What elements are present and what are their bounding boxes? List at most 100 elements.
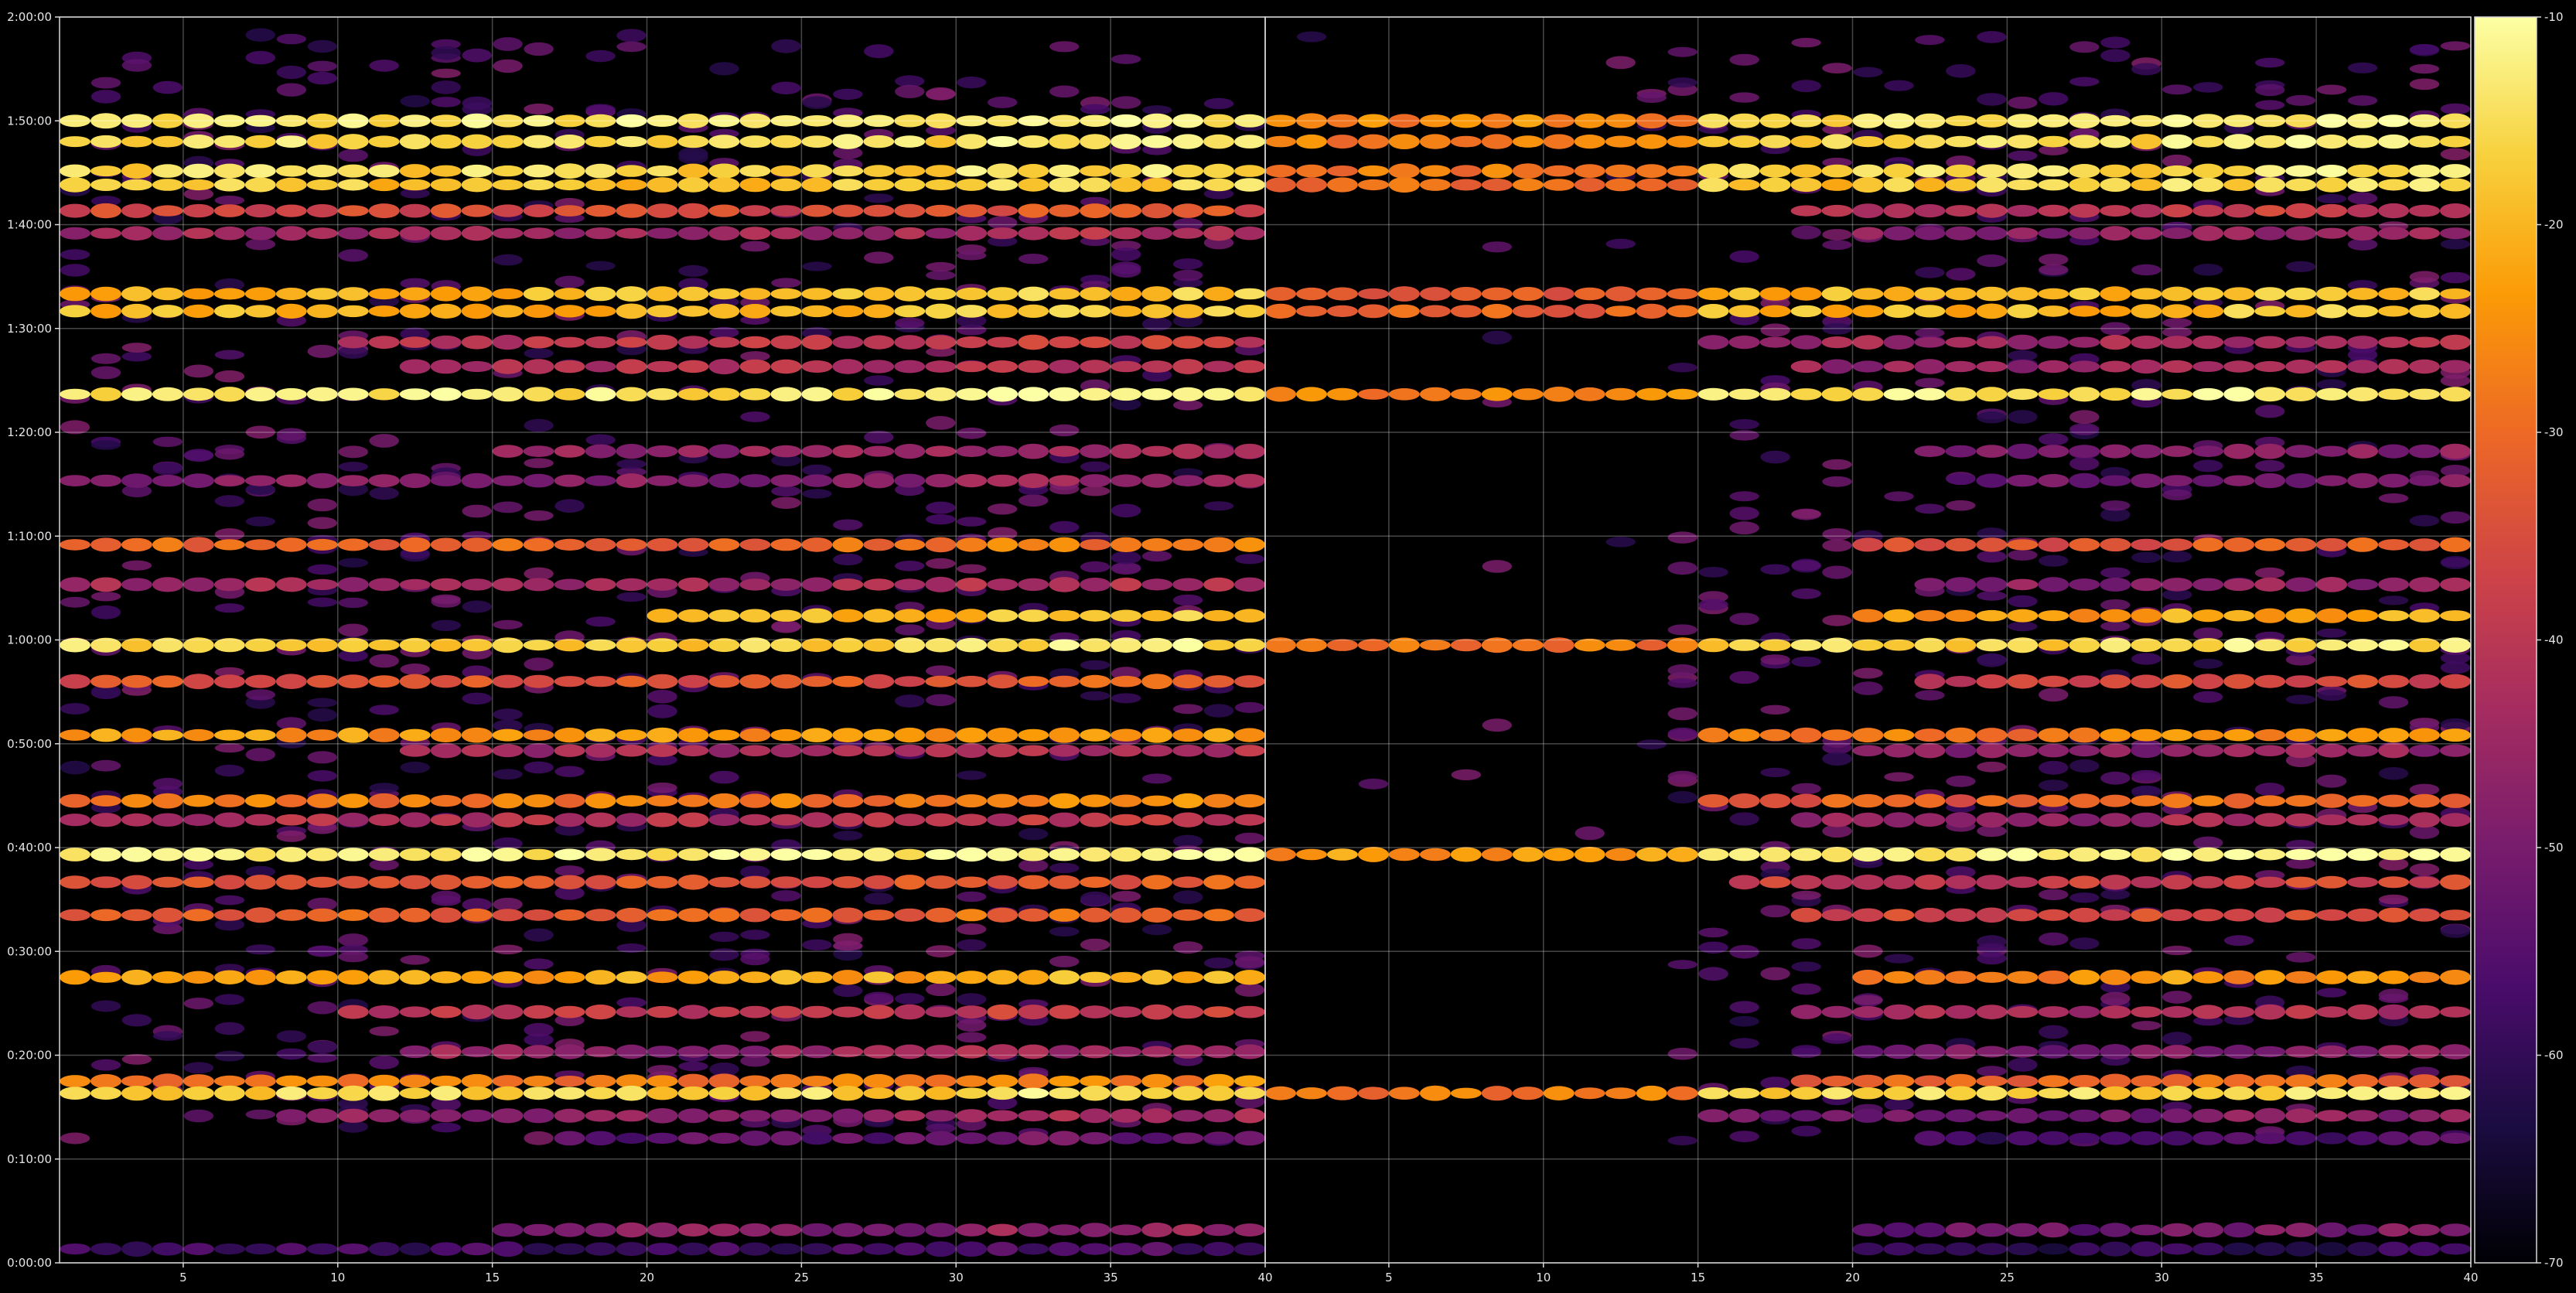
heat-mark: [1574, 164, 1605, 179]
heat-mark: [2069, 937, 2100, 950]
heat-mark: [647, 727, 678, 743]
heat-mark: [1080, 227, 1111, 240]
heat-mark: [863, 165, 895, 177]
heat-mark: [90, 135, 121, 148]
heat-mark: [90, 353, 121, 364]
heat-mark: [2347, 744, 2379, 757]
heat-mark: [2378, 388, 2410, 401]
heat-mark: [152, 1242, 183, 1256]
heat-mark: [244, 164, 276, 179]
heat-mark: [1883, 1044, 1915, 1059]
heat-mark: [2316, 203, 2348, 218]
heat-mark: [554, 865, 585, 877]
heat-mark: [1729, 1001, 1759, 1014]
heat-mark: [987, 360, 1018, 373]
heat-mark: [987, 445, 1018, 457]
heat-mark: [2131, 812, 2162, 827]
heat-mark: [2285, 387, 2317, 401]
heat-mark: [926, 694, 956, 706]
heat-mark: [956, 387, 988, 401]
heat-mark: [1049, 475, 1080, 486]
heat-mark: [399, 473, 431, 489]
heat-mark: [894, 135, 926, 148]
x-tick-label: 15: [485, 1271, 500, 1284]
heat-mark: [585, 909, 616, 922]
heat-mark: [2161, 909, 2193, 922]
heat-mark: [2223, 1086, 2255, 1100]
heat-mark: [770, 793, 802, 809]
heat-mark: [121, 728, 152, 742]
heat-mark: [1729, 53, 1759, 66]
heat-mark: [894, 1086, 926, 1101]
heat-mark: [2254, 813, 2286, 827]
heat-mark: [1203, 848, 1234, 861]
heat-mark: [1203, 537, 1234, 553]
heat-mark: [647, 1108, 678, 1124]
heat-mark: [306, 304, 338, 319]
heat-mark: [1759, 336, 1791, 348]
heat-mark: [708, 793, 740, 809]
heat-mark: [801, 849, 833, 860]
heat-mark: [1203, 286, 1234, 302]
heat-mark: [2285, 1131, 2317, 1145]
heat-mark: [1141, 473, 1173, 488]
heat-mark: [1172, 227, 1204, 239]
heat-mark: [1388, 304, 1420, 319]
heat-mark: [275, 288, 307, 300]
heat-mark: [60, 539, 90, 551]
heat-mark: [2192, 225, 2224, 241]
heat-mark: [1759, 639, 1791, 651]
heat-mark: [461, 204, 493, 217]
heat-mark: [275, 970, 307, 984]
heat-mark: [2100, 848, 2131, 861]
heat-mark: [2223, 1132, 2255, 1145]
heat-mark: [369, 783, 399, 793]
heat-mark: [2100, 794, 2131, 807]
heat-mark: [832, 813, 864, 827]
heat-mark: [399, 1006, 431, 1018]
heat-mark: [1915, 267, 1945, 278]
heat-mark: [2409, 1223, 2440, 1237]
heat-mark: [1419, 640, 1451, 651]
heat-mark: [1914, 743, 1946, 759]
heat-mark: [2192, 445, 2224, 457]
heat-mark: [957, 564, 987, 574]
heat-mark: [894, 538, 926, 551]
heat-mark: [337, 1005, 369, 1019]
heat-mark: [2254, 165, 2286, 178]
heat-mark: [399, 164, 431, 179]
heat-mark: [2162, 489, 2192, 501]
heat-mark: [1791, 890, 1821, 900]
heat-mark: [60, 577, 90, 592]
heat-mark: [1852, 203, 1884, 218]
heat-mark: [245, 748, 275, 762]
heat-mark: [1080, 104, 1111, 114]
heat-mark: [1080, 287, 1111, 301]
heat-mark: [2161, 970, 2193, 985]
heat-mark: [60, 305, 90, 318]
heat-mark: [739, 908, 771, 923]
heat-mark: [1265, 1086, 1296, 1100]
heat-mark: [1945, 360, 1977, 373]
heat-mark: [1512, 388, 1544, 401]
heat-mark: [245, 516, 275, 527]
heat-mark: [864, 44, 894, 59]
heat-mark: [894, 848, 926, 861]
heat-mark: [1821, 304, 1853, 318]
heat-mark: [338, 558, 368, 568]
heat-mark: [183, 387, 214, 401]
x-tick-label: 40: [1257, 1271, 1272, 1284]
heat-mark: [275, 814, 307, 826]
heat-mark: [2007, 794, 2039, 807]
heat-mark: [2254, 876, 2286, 889]
heat-mark: [1729, 507, 1759, 520]
heat-mark: [1667, 1047, 1697, 1060]
heat-mark: [1111, 562, 1141, 575]
heat-mark: [1172, 1045, 1204, 1059]
heat-mark: [1234, 1075, 1265, 1087]
heat-mark: [461, 286, 493, 302]
heat-mark: [1821, 359, 1853, 374]
heat-mark: [461, 812, 493, 827]
heat-mark: [1234, 577, 1265, 592]
heat-mark: [399, 1045, 431, 1059]
